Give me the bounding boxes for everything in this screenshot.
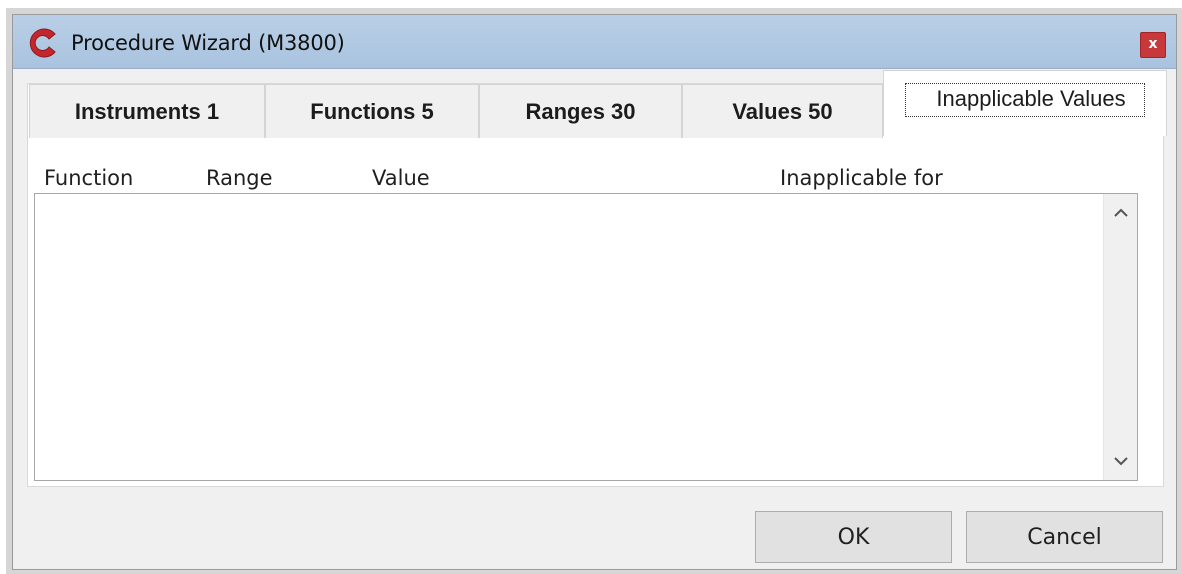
chevron-up-icon[interactable] <box>1104 196 1138 230</box>
column-header-function: Function <box>44 166 134 190</box>
ok-button[interactable]: OK <box>755 511 952 563</box>
cancel-button[interactable]: Cancel <box>966 511 1163 563</box>
column-header-range: Range <box>206 166 273 190</box>
tab-values[interactable]: Values 50 <box>682 84 883 138</box>
window-title: Procedure Wizard (M3800) <box>71 31 345 55</box>
tab-instruments[interactable]: Instruments 1 <box>29 84 265 138</box>
brand-logo-icon <box>29 28 56 58</box>
tab-ranges[interactable]: Ranges 30 <box>479 84 682 138</box>
vertical-scrollbar[interactable] <box>1103 194 1137 480</box>
tab-inapplicable-values[interactable]: Inapplicable Values <box>883 70 1167 136</box>
tab-panel: Instruments 1 Functions 5 Ranges 30 Valu… <box>27 70 1167 487</box>
inapplicable-values-list[interactable] <box>34 193 1138 481</box>
chevron-down-icon[interactable] <box>1104 444 1138 478</box>
tab-inapplicable-values-label: Inapplicable Values <box>905 82 1145 117</box>
title-bar[interactable]: Procedure Wizard (M3800) x <box>13 15 1176 69</box>
dialog-window: Procedure Wizard (M3800) x Instruments 1… <box>12 14 1177 570</box>
column-header-value: Value <box>372 166 430 190</box>
close-button[interactable]: x <box>1140 32 1166 58</box>
column-header-inapplicable-for: Inapplicable for <box>780 166 943 190</box>
tab-functions[interactable]: Functions 5 <box>265 84 479 138</box>
